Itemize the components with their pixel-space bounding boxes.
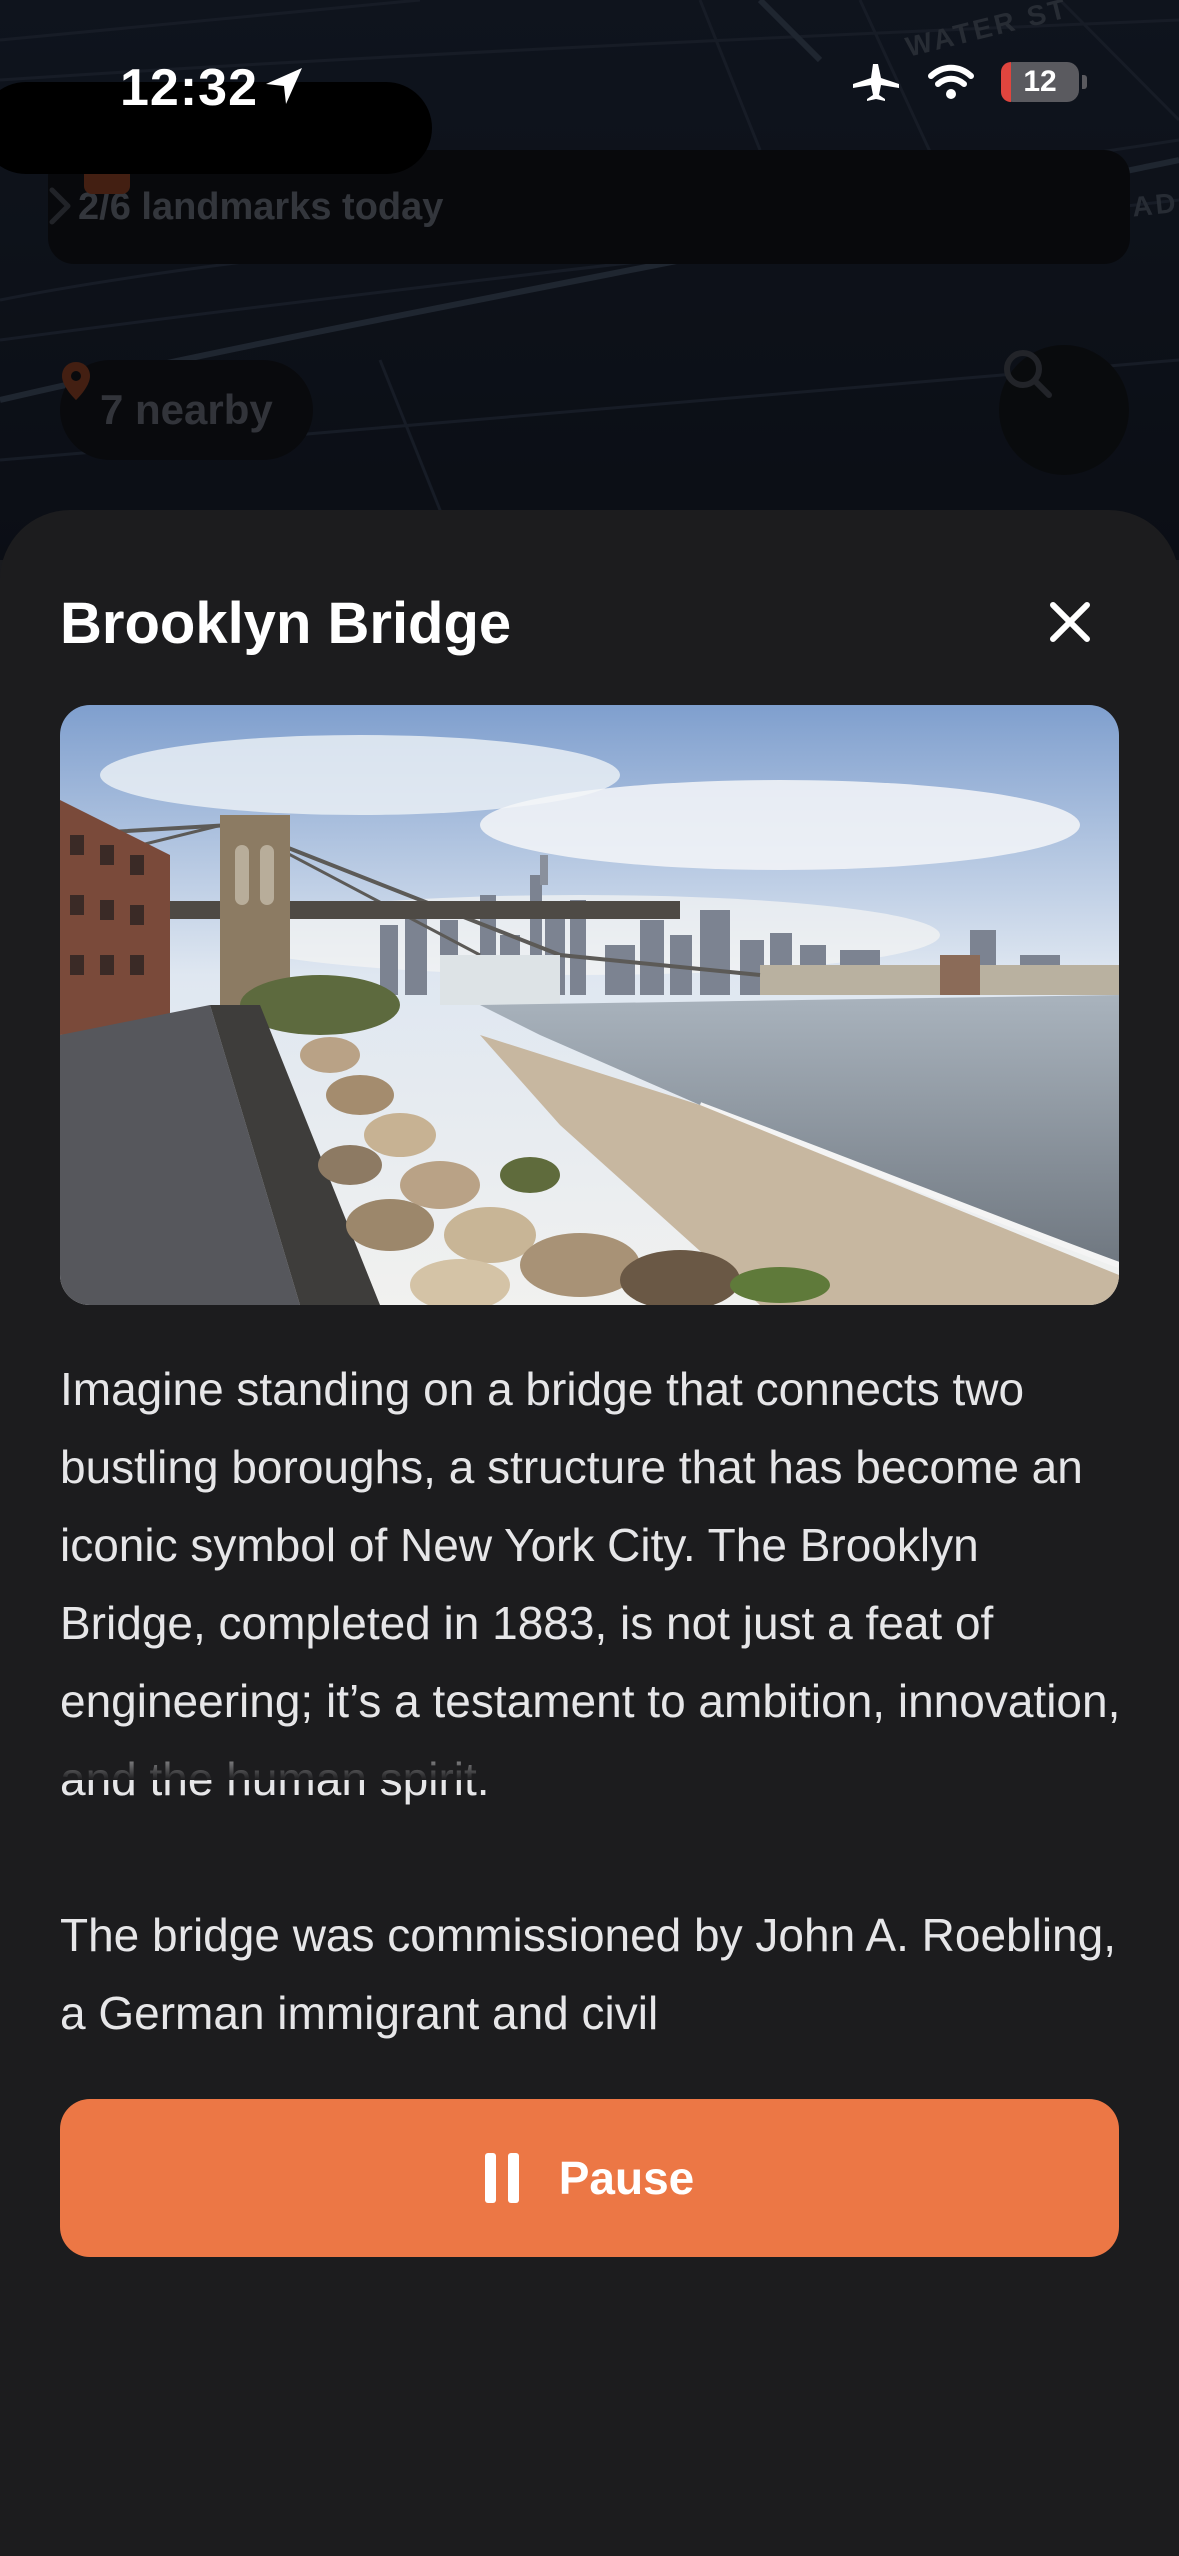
- description-paragraph-2: The bridge was commissioned by John A. R…: [60, 1909, 1117, 2039]
- wifi-icon: [928, 64, 974, 99]
- landmark-photo: [60, 705, 1119, 1305]
- close-button[interactable]: [1030, 582, 1110, 662]
- battery-indicator: 12: [1001, 62, 1087, 102]
- status-bar: 12:32 12: [0, 0, 1179, 174]
- airplane-icon: [853, 64, 899, 101]
- pause-label: Pause: [558, 2152, 695, 2204]
- status-right-group: 12: [851, 62, 1087, 102]
- pause-button[interactable]: Pause: [60, 2099, 1119, 2257]
- status-time: 12:32: [120, 59, 258, 117]
- location-arrow-icon: [266, 68, 302, 104]
- sheet-title: Brooklyn Bridge: [60, 591, 512, 656]
- landmark-sheet: Brooklyn Bridge Imagine standing on a br…: [0, 510, 1179, 2556]
- text-fade: [0, 1740, 1179, 1780]
- pause-icon: [484, 2153, 519, 2203]
- landmark-description: Imagine standing on a bridge that connec…: [60, 1350, 1130, 2050]
- close-icon: [1050, 602, 1090, 642]
- battery-level: 12: [1023, 65, 1057, 98]
